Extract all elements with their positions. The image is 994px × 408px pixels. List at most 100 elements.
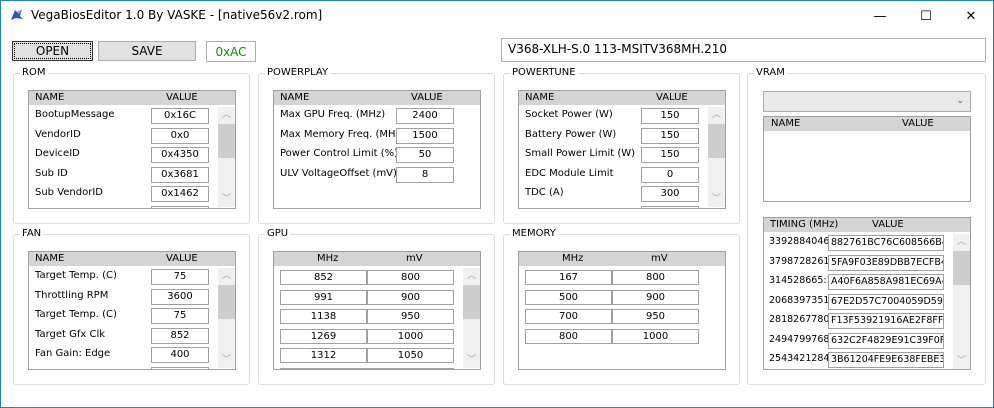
scrollbar-thumb[interactable]: [218, 285, 235, 319]
powerplay-value-input[interactable]: 2400: [396, 108, 454, 124]
timing-value-input[interactable]: F13F53921916AE2F8FFC4: [828, 313, 944, 329]
rom-row-partial: [29, 205, 235, 208]
powertune-group: POWERTUNE NAME VALUE Socket Power (W) 150 Bat…: [503, 67, 740, 224]
scroll-up-icon[interactable]: ︿: [218, 107, 235, 123]
fan-row-label: Throttling RPM: [35, 289, 109, 301]
fan-value-input[interactable]: 75: [151, 269, 209, 285]
mhz-input[interactable]: [280, 367, 367, 369]
scrollbar[interactable]: ︿ ﹀: [953, 234, 970, 369]
gpu-group-title: GPU: [265, 228, 291, 240]
gpu-mv-input[interactable]: 1050: [367, 348, 454, 363]
rom-value-input[interactable]: 0x3681: [151, 166, 209, 183]
value-input[interactable]: [151, 205, 209, 208]
scrollbar[interactable]: ︿ ﹀: [708, 107, 725, 207]
powertune-value-input[interactable]: 150: [641, 147, 699, 163]
gpu-row: 1312 1050: [274, 348, 480, 364]
powerplay-value-input[interactable]: 8: [396, 166, 454, 183]
gpu-mhz-input[interactable]: 991: [280, 289, 367, 305]
fan-value-input[interactable]: 75: [151, 308, 209, 324]
gpu-mv-input[interactable]: 1000: [367, 328, 454, 344]
fan-value-input[interactable]: 3600: [151, 288, 209, 305]
bios-string-input[interactable]: V368-XLH-S.0 113-MSITV368MH.210: [501, 38, 986, 62]
timing-row: 2068397351:267E2D57C7004059D597A: [764, 293, 970, 310]
powertune-row-label: Socket Power (W): [525, 109, 613, 120]
memory-mhz-input[interactable]: 500: [525, 289, 612, 305]
timing-value-input[interactable]: 632C2F4829E91C39F0F19: [828, 332, 944, 349]
rom-value-input[interactable]: 0x16C: [151, 108, 209, 124]
fan-row: Target Gfx Clk 852: [29, 327, 235, 344]
memory-mv-input[interactable]: 900: [612, 289, 699, 305]
powertune-value-input[interactable]: 300: [641, 186, 699, 202]
powerplay-value-input[interactable]: 1500: [396, 127, 454, 144]
timing-value-input[interactable]: 5FA9F03E89DBB7ECFB4E7: [828, 254, 944, 271]
memory-mv-input[interactable]: 800: [612, 270, 699, 285]
timing-row: 2543421284:13B61204FE9E638FEBE372: [764, 352, 970, 368]
rom-value-input[interactable]: 0x4350: [151, 147, 209, 163]
scroll-down-icon[interactable]: ﹀: [463, 352, 480, 368]
rom-value-input[interactable]: 0x0: [151, 127, 209, 144]
minimize-button[interactable]: —: [857, 1, 903, 31]
fan-value-input[interactable]: 852: [151, 327, 209, 344]
value-input[interactable]: [151, 366, 209, 369]
rom-row: DeviceID 0x4350: [29, 147, 235, 163]
value-input[interactable]: [641, 205, 699, 208]
powertune-value-input[interactable]: 150: [641, 108, 699, 124]
scrollbar-thumb[interactable]: [218, 124, 235, 158]
powertune-list: NAME VALUE Socket Power (W) 150 Battery Powe…: [518, 90, 726, 209]
timing-label: 3798728261:1: [769, 255, 829, 267]
memory-mhz-input[interactable]: 167: [525, 270, 612, 285]
timing-value-input[interactable]: 3B61204FE9E638FEBE372: [828, 352, 944, 368]
gpu-mhz-input[interactable]: 852: [280, 270, 367, 285]
scroll-up-icon[interactable]: ︿: [708, 107, 725, 123]
timing-value-input[interactable]: 67E2D57C7004059D597A: [828, 293, 944, 310]
column-header-name: NAME: [280, 92, 310, 103]
scrollbar[interactable]: ︿ ﹀: [463, 268, 480, 368]
scroll-down-icon[interactable]: ﹀: [708, 191, 725, 207]
powertune-value-input[interactable]: 150: [641, 127, 699, 144]
scroll-up-icon[interactable]: ︿: [953, 234, 970, 250]
powerplay-value-input[interactable]: 50: [396, 147, 454, 163]
timing-value-input[interactable]: 882761BC76C608566B42E: [828, 235, 944, 251]
memory-list: MHz mV 167 800 500 900 700 950 800 1000: [518, 251, 726, 370]
gpu-list: MHz mV 852 800 991 900 1138 950 1269 1000 1312 1050…: [273, 251, 481, 370]
powerplay-group-title: POWERPLAY: [265, 67, 331, 79]
app-logo-icon: [9, 7, 25, 23]
scroll-up-icon[interactable]: ︿: [463, 268, 480, 284]
fan-value-input[interactable]: 400: [151, 347, 209, 363]
scrollbar-thumb[interactable]: [463, 285, 480, 319]
gpu-list-header: MHz mV: [274, 252, 480, 266]
scroll-down-icon[interactable]: ﹀: [953, 353, 970, 369]
scroll-down-icon[interactable]: ﹀: [218, 191, 235, 207]
open-button[interactable]: OPEN: [12, 41, 93, 61]
mv-input[interactable]: [367, 367, 454, 369]
scrollbar[interactable]: ︿ ﹀: [218, 268, 235, 368]
gpu-row: 991 900: [274, 289, 480, 306]
gpu-mv-input[interactable]: 900: [367, 289, 454, 305]
scroll-up-icon[interactable]: ︿: [218, 268, 235, 284]
gpu-mhz-input[interactable]: 1312: [280, 348, 367, 363]
memory-mhz-input[interactable]: 700: [525, 309, 612, 324]
scroll-down-icon[interactable]: ﹀: [218, 352, 235, 368]
timing-label: 2543421284:1: [769, 353, 829, 364]
maximize-button[interactable]: ☐: [903, 1, 949, 31]
memory-list-header: MHz mV: [519, 252, 725, 266]
powerplay-row: Max Memory Freq. (MHz) 1500: [274, 127, 480, 144]
memory-mv-input[interactable]: 1000: [612, 328, 699, 344]
gpu-mhz-input[interactable]: 1138: [280, 309, 367, 324]
vram-dropdown[interactable]: ⌄: [763, 91, 971, 112]
timing-value-input[interactable]: A40F6A858A981EC69A4B: [828, 274, 944, 290]
powertune-value-input[interactable]: 0: [641, 166, 699, 183]
gpu-mv-input[interactable]: 950: [367, 309, 454, 324]
close-button[interactable]: ✕: [948, 1, 994, 31]
save-button[interactable]: SAVE: [98, 41, 196, 61]
rom-value-input[interactable]: 0x1462: [151, 186, 209, 202]
gpu-mv-input[interactable]: 800: [367, 270, 454, 285]
memory-mhz-input[interactable]: 800: [525, 328, 612, 344]
memory-mv-input[interactable]: 950: [612, 309, 699, 324]
scrollbar-thumb[interactable]: [708, 124, 725, 158]
rom-row: Sub VendorID 0x1462: [29, 186, 235, 202]
scrollbar[interactable]: ︿ ﹀: [218, 107, 235, 207]
gpu-mhz-input[interactable]: 1269: [280, 328, 367, 344]
rom-row-label: Sub ID: [35, 167, 68, 179]
scrollbar-thumb[interactable]: [953, 251, 970, 285]
